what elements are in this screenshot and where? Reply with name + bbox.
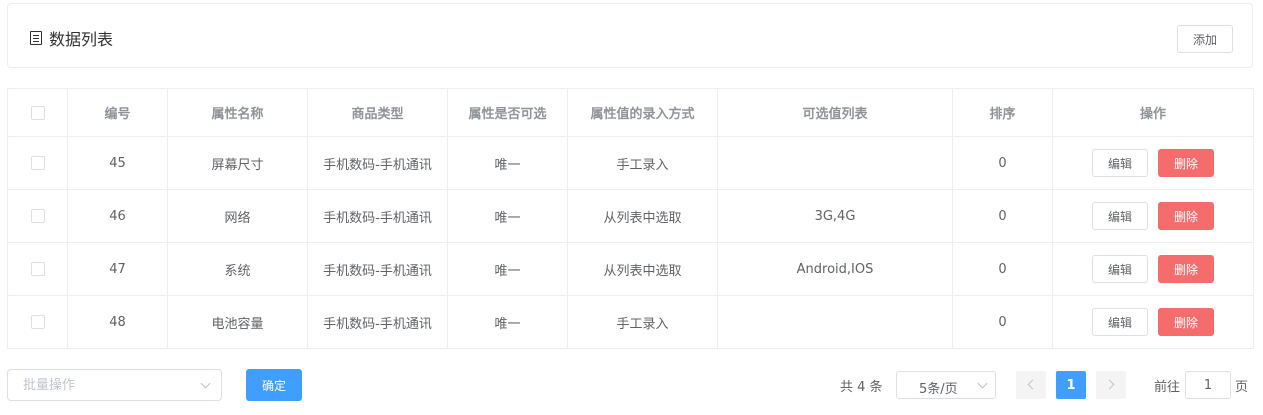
cell-name: 网络 — [167, 189, 308, 243]
cell-sort: 0 — [952, 242, 1053, 296]
cell-name: 电池容量 — [167, 295, 308, 349]
page-number-button[interactable]: 1 — [1056, 371, 1086, 399]
cell-values: 3G,4G — [717, 189, 953, 243]
column-header[interactable]: 排序 — [952, 88, 1053, 137]
cell-actions: 编辑 删除 — [1052, 136, 1254, 190]
table-row: 48 电池容量 手机数码-手机通讯 唯一 手工录入 0 编辑 删除 — [7, 295, 1254, 349]
cell-selectable: 唯一 — [447, 242, 568, 296]
cell-type: 手机数码-手机通讯 — [307, 136, 448, 190]
page-size-select[interactable]: 5条/页 — [896, 371, 996, 399]
row-select-cell — [7, 136, 68, 190]
cell-id: 46 — [67, 189, 168, 243]
cell-selectable: 唯一 — [447, 189, 568, 243]
cell-input-mode: 手工录入 — [567, 136, 718, 190]
next-page-button[interactable] — [1096, 371, 1126, 399]
chevron-right-icon — [1104, 379, 1115, 390]
cell-values — [717, 295, 953, 349]
card-title-text: 数据列表 — [49, 30, 114, 49]
card-title: 数据列表 — [30, 28, 114, 49]
cell-type: 手机数码-手机通讯 — [307, 242, 448, 296]
chevron-down-icon — [200, 378, 211, 389]
cell-input-mode: 从列表中选取 — [567, 242, 718, 296]
column-header: 操作 — [1052, 88, 1254, 137]
list-icon — [30, 31, 42, 45]
cell-input-mode: 手工录入 — [567, 295, 718, 349]
chevron-left-icon — [1027, 379, 1038, 390]
row-select-cell — [7, 295, 68, 349]
cell-actions: 编辑 删除 — [1052, 189, 1254, 243]
cell-id: 48 — [67, 295, 168, 349]
edit-button[interactable]: 编辑 — [1092, 149, 1148, 177]
total-count: 共 4 条 — [840, 380, 883, 395]
data-list-card: 数据列表 添加 — [7, 3, 1253, 68]
column-header[interactable]: 可选值列表 — [717, 88, 953, 137]
table-row: 46 网络 手机数码-手机通讯 唯一 从列表中选取 3G,4G 0 编辑 删除 — [7, 189, 1254, 243]
column-header[interactable]: 编号 — [67, 88, 168, 137]
row-checkbox[interactable] — [30, 209, 45, 223]
confirm-button[interactable]: 确定 — [246, 369, 302, 401]
prev-page-button[interactable] — [1016, 371, 1046, 399]
select-all-cell — [7, 88, 68, 137]
cell-type: 手机数码-手机通讯 — [307, 189, 448, 243]
column-header[interactable]: 属性名称 — [167, 88, 308, 137]
row-checkbox[interactable] — [30, 156, 45, 170]
delete-button[interactable]: 删除 — [1158, 202, 1214, 230]
cell-id: 47 — [67, 242, 168, 296]
table-row: 47 系统 手机数码-手机通讯 唯一 从列表中选取 Android,IOS 0 … — [7, 242, 1254, 296]
table-header-row: 编号 属性名称 商品类型 属性是否可选 属性值的录入方式 可选值列表 排序 操作 — [7, 88, 1254, 137]
cell-sort: 0 — [952, 295, 1053, 349]
table-row: 45 屏幕尺寸 手机数码-手机通讯 唯一 手工录入 0 编辑 删除 — [7, 136, 1254, 190]
cell-name: 系统 — [167, 242, 308, 296]
page-size-value: 5条/页 — [919, 382, 958, 397]
cell-values — [717, 136, 953, 190]
delete-button[interactable]: 删除 — [1158, 308, 1214, 336]
goto-page-input[interactable] — [1185, 371, 1231, 399]
cell-sort: 0 — [952, 136, 1053, 190]
column-header[interactable]: 属性是否可选 — [447, 88, 568, 137]
cell-name: 屏幕尺寸 — [167, 136, 308, 190]
batch-operation-select[interactable] — [7, 369, 222, 401]
row-checkbox[interactable] — [30, 262, 45, 276]
batch-operation-input[interactable] — [8, 370, 188, 400]
cell-sort: 0 — [952, 189, 1053, 243]
column-header[interactable]: 商品类型 — [307, 88, 448, 137]
delete-button[interactable]: 删除 — [1158, 149, 1214, 177]
cell-selectable: 唯一 — [447, 136, 568, 190]
edit-button[interactable]: 编辑 — [1092, 308, 1148, 336]
select-all-checkbox[interactable] — [30, 105, 45, 120]
edit-button[interactable]: 编辑 — [1092, 202, 1148, 230]
column-header[interactable]: 属性值的录入方式 — [567, 88, 718, 137]
add-button[interactable]: 添加 — [1177, 25, 1233, 53]
edit-button[interactable]: 编辑 — [1092, 255, 1148, 283]
cell-actions: 编辑 删除 — [1052, 242, 1254, 296]
cell-id: 45 — [67, 136, 168, 190]
delete-button[interactable]: 删除 — [1158, 255, 1214, 283]
cell-selectable: 唯一 — [447, 295, 568, 349]
data-table: 编号 属性名称 商品类型 属性是否可选 属性值的录入方式 可选值列表 排序 操作… — [7, 88, 1254, 349]
row-checkbox[interactable] — [30, 315, 45, 329]
row-select-cell — [7, 189, 68, 243]
cell-actions: 编辑 删除 — [1052, 295, 1254, 349]
row-select-cell — [7, 242, 68, 296]
chevron-down-icon — [977, 378, 988, 389]
cell-type: 手机数码-手机通讯 — [307, 295, 448, 349]
goto-suffix: 页 — [1235, 380, 1249, 395]
goto-prefix: 前往 — [1154, 380, 1181, 395]
cell-values: Android,IOS — [717, 242, 953, 296]
cell-input-mode: 从列表中选取 — [567, 189, 718, 243]
